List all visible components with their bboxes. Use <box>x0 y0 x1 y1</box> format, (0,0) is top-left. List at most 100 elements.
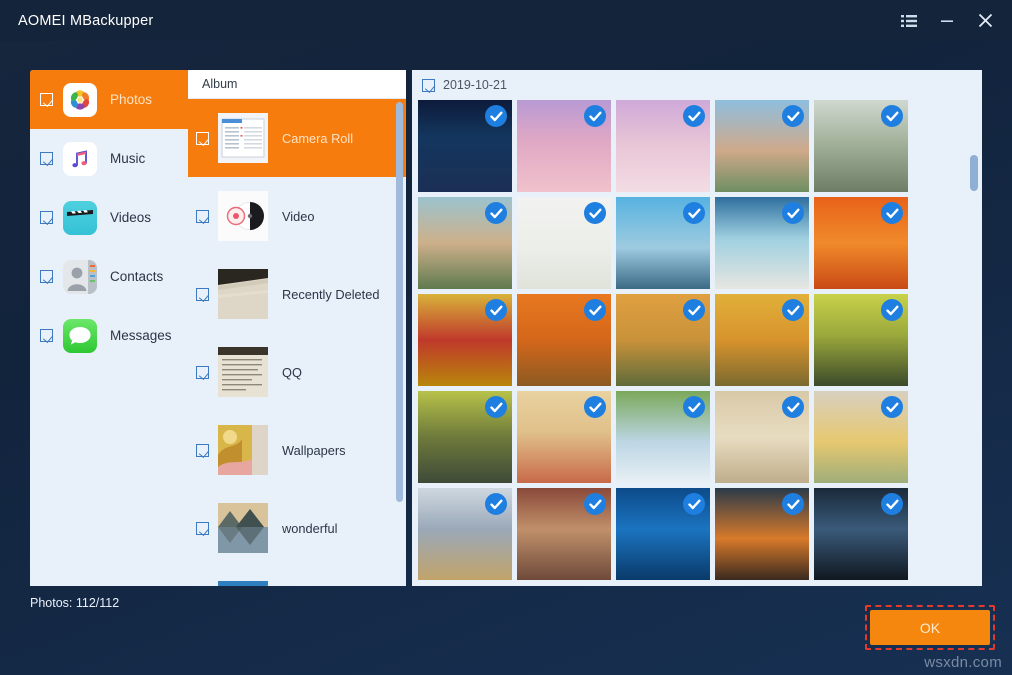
window-controls <box>890 0 1004 41</box>
photo-thumbnail[interactable] <box>418 100 512 192</box>
photos-icon <box>63 83 97 117</box>
album-checkbox[interactable] <box>196 366 209 379</box>
photo-selected-check-icon[interactable] <box>782 202 804 224</box>
photo-selected-check-icon[interactable] <box>485 105 507 127</box>
sidebar-item-label: Music <box>110 151 145 166</box>
photo-selected-check-icon[interactable] <box>782 493 804 515</box>
photo-thumbnail[interactable] <box>814 197 908 289</box>
date-group-header[interactable]: 2019-10-21 <box>412 70 982 100</box>
album-item-label: QQ <box>282 365 302 380</box>
photo-selected-check-icon[interactable] <box>485 493 507 515</box>
photo-thumbnail[interactable] <box>715 488 809 580</box>
photo-thumbnail[interactable] <box>517 100 611 192</box>
album-item-partial[interactable] <box>188 567 406 586</box>
album-item-qq[interactable]: QQ <box>188 333 406 411</box>
album-item-label: Camera Roll <box>282 131 353 146</box>
photo-selected-check-icon[interactable] <box>881 202 903 224</box>
album-item-wonderful[interactable]: wonderful <box>188 489 406 567</box>
sidebar-item-photos[interactable]: Photos <box>30 70 188 129</box>
photo-selected-check-icon[interactable] <box>485 396 507 418</box>
videos-icon <box>63 201 97 235</box>
photo-selected-check-icon[interactable] <box>584 493 606 515</box>
photo-thumbnail[interactable] <box>418 391 512 483</box>
album-checkbox[interactable] <box>196 522 209 535</box>
album-item-recently-deleted[interactable]: Recently Deleted <box>188 255 406 333</box>
photo-thumbnail[interactable] <box>715 197 809 289</box>
close-icon[interactable] <box>966 0 1004 41</box>
photo-selected-check-icon[interactable] <box>485 299 507 321</box>
messages-checkbox[interactable] <box>40 329 53 342</box>
album-item-camera-roll[interactable]: Camera Roll <box>188 99 406 177</box>
contacts-checkbox[interactable] <box>40 270 53 283</box>
photo-selected-check-icon[interactable] <box>782 396 804 418</box>
minimize-icon[interactable] <box>928 0 966 41</box>
album-item-label: Wallpapers <box>282 443 346 458</box>
date-group-checkbox[interactable] <box>422 79 435 92</box>
photo-thumbnail[interactable] <box>715 100 809 192</box>
photo-selected-check-icon[interactable] <box>683 105 705 127</box>
album-checkbox[interactable] <box>196 288 209 301</box>
album-checkbox[interactable] <box>196 444 209 457</box>
photo-thumbnail[interactable] <box>418 197 512 289</box>
photo-selected-check-icon[interactable] <box>782 299 804 321</box>
photo-selected-check-icon[interactable] <box>584 105 606 127</box>
videos-checkbox[interactable] <box>40 211 53 224</box>
album-checkbox[interactable] <box>196 210 209 223</box>
photo-selected-check-icon[interactable] <box>584 202 606 224</box>
sidebar-item-messages[interactable]: Messages <box>30 306 188 365</box>
date-group-label: 2019-10-21 <box>443 78 507 92</box>
photo-thumbnail[interactable] <box>814 488 908 580</box>
photo-thumbnail[interactable] <box>616 488 710 580</box>
photo-selected-check-icon[interactable] <box>683 396 705 418</box>
album-item-label: wonderful <box>282 521 338 536</box>
photo-selected-check-icon[interactable] <box>584 299 606 321</box>
album-thumbnail <box>218 269 268 319</box>
photo-thumbnail[interactable] <box>418 488 512 580</box>
photo-thumbnail[interactable] <box>616 294 710 386</box>
photo-selected-check-icon[interactable] <box>683 493 705 515</box>
photo-thumbnail[interactable] <box>814 100 908 192</box>
photo-thumbnail[interactable] <box>715 391 809 483</box>
status-count-label: Photos: 112/112 <box>30 596 119 610</box>
photos-checkbox[interactable] <box>40 93 53 106</box>
photo-thumbnail[interactable] <box>517 294 611 386</box>
sidebar-item-videos[interactable]: Videos <box>30 188 188 247</box>
sidebar-item-contacts[interactable]: Contacts <box>30 247 188 306</box>
music-icon <box>63 142 97 176</box>
sidebar-item-music[interactable]: Music <box>30 129 188 188</box>
photo-thumbnail[interactable] <box>715 294 809 386</box>
album-item-wallpapers[interactable]: Wallpapers <box>188 411 406 489</box>
photo-selected-check-icon[interactable] <box>782 105 804 127</box>
photo-selected-check-icon[interactable] <box>683 202 705 224</box>
photo-thumbnail[interactable] <box>517 197 611 289</box>
album-item-video[interactable]: Video <box>188 177 406 255</box>
app-window: AOMEI MBackupper <box>0 0 1012 675</box>
photo-thumbnail[interactable] <box>517 391 611 483</box>
music-checkbox[interactable] <box>40 152 53 165</box>
photo-selected-check-icon[interactable] <box>683 299 705 321</box>
photo-selected-check-icon[interactable] <box>584 396 606 418</box>
contacts-icon <box>63 260 97 294</box>
album-thumbnail <box>218 347 268 397</box>
photo-grid-scrollbar-thumb[interactable] <box>970 155 978 191</box>
photo-selected-check-icon[interactable] <box>881 493 903 515</box>
photo-thumbnail[interactable] <box>616 197 710 289</box>
photo-selected-check-icon[interactable] <box>881 396 903 418</box>
album-scrollbar-thumb[interactable] <box>396 102 403 502</box>
photo-thumbnail[interactable] <box>814 391 908 483</box>
photo-thumbnail[interactable] <box>418 294 512 386</box>
album-header: Album <box>188 70 406 99</box>
photo-selected-check-icon[interactable] <box>881 299 903 321</box>
photo-thumbnail[interactable] <box>616 391 710 483</box>
photo-thumbnail[interactable] <box>517 488 611 580</box>
photo-thumbnail[interactable] <box>616 100 710 192</box>
photo-selected-check-icon[interactable] <box>485 202 507 224</box>
photo-selected-check-icon[interactable] <box>881 105 903 127</box>
album-list[interactable]: Camera Roll Video <box>188 99 406 586</box>
menu-list-icon[interactable] <box>890 0 928 41</box>
album-checkbox[interactable] <box>196 132 209 145</box>
photo-thumbnail[interactable] <box>814 294 908 386</box>
photo-grid-panel: 2019-10-21 <box>412 70 982 586</box>
footer: Photos: 112/112 OK wsxdn.com <box>0 586 1012 675</box>
ok-button[interactable]: OK <box>870 610 990 645</box>
